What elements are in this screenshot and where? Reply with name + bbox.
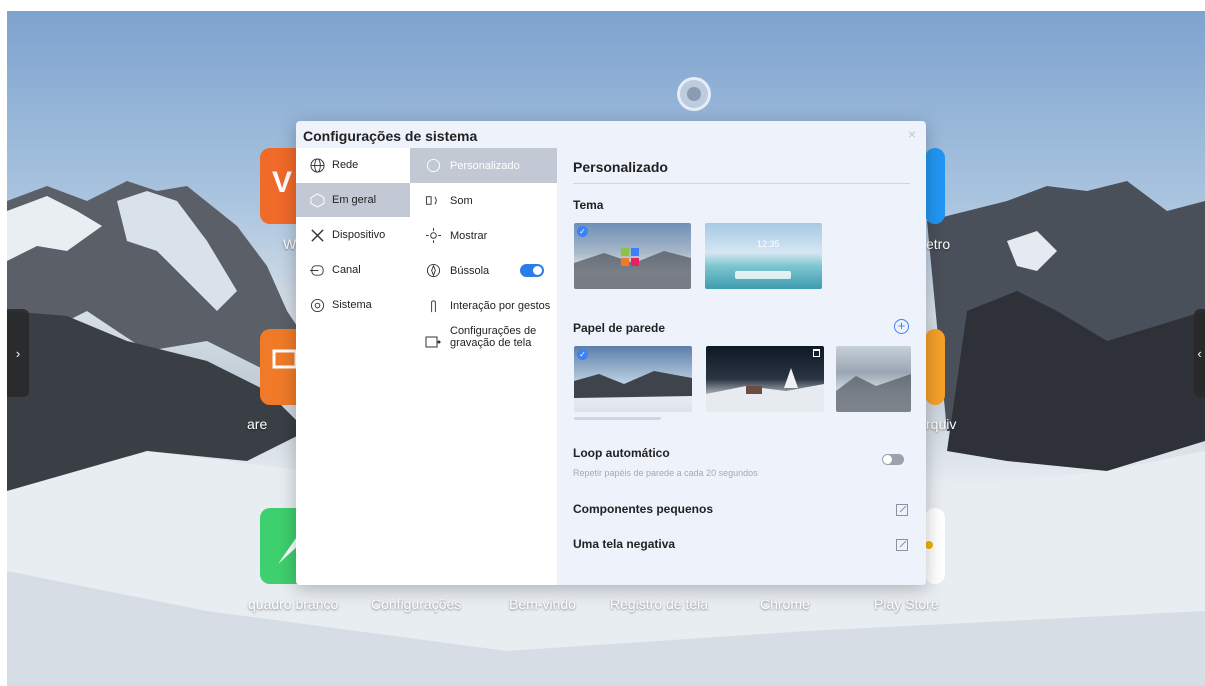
input-icon — [309, 262, 325, 278]
category-label: Em geral — [332, 194, 377, 206]
theme-thumb-2[interactable]: 12:35 — [705, 223, 822, 289]
tools-icon — [309, 227, 325, 243]
chevron-right-icon: › — [15, 345, 21, 361]
category-label: Dispositivo — [332, 229, 386, 241]
category-sidebar: Rede Em geral Dispositivo Canal Sistema — [296, 148, 410, 585]
bussola-toggle[interactable] — [520, 264, 544, 277]
divider — [573, 183, 910, 184]
brightness-icon — [424, 227, 442, 245]
sub-label-line2: gravação de tela — [450, 337, 532, 349]
cube-icon — [309, 192, 325, 208]
theme-clock-text: 12:35 — [757, 239, 780, 249]
app-label-play-store[interactable]: Play Store — [874, 596, 939, 612]
right-app-icon-2[interactable] — [925, 329, 945, 405]
app-label-welcome[interactable]: Bem-vindo — [509, 596, 576, 612]
sub-bussola[interactable]: Bússola — [410, 253, 557, 288]
sub-label: Bússola — [450, 264, 490, 277]
subcategory-list: Personalizado Som Mostrar Bússola Intera… — [410, 148, 557, 585]
app-label-whiteboard[interactable]: quadro branco — [248, 596, 338, 612]
compass-icon — [424, 262, 442, 280]
category-label: Canal — [332, 264, 361, 276]
home-button[interactable] — [677, 77, 711, 111]
right-edge-handle[interactable]: ‹ — [1194, 309, 1205, 397]
sub-interacao-gestos[interactable]: Interação por gestos — [410, 288, 557, 323]
sub-gravacao-tela[interactable]: Configurações de gravação de tela — [410, 325, 557, 359]
edit-icon[interactable] — [896, 538, 908, 551]
sub-label: Som — [450, 194, 473, 207]
category-label: Rede — [332, 159, 359, 171]
svg-text:V: V — [272, 166, 292, 199]
gear-icon — [309, 297, 325, 313]
theme-thumb-1[interactable]: ✓ — [574, 223, 691, 289]
trash-icon[interactable] — [813, 349, 820, 357]
small-components-label[interactable]: Componentes pequenos — [573, 502, 713, 516]
sub-som[interactable]: Som — [410, 183, 557, 218]
wallpaper-thumb-3[interactable] — [836, 346, 911, 412]
wallpaper-label: Papel de parede — [573, 321, 666, 335]
play-store-app-icon[interactable] — [925, 508, 945, 584]
partial-app-label: etro — [926, 236, 951, 252]
toggle-knob — [533, 266, 542, 275]
system-settings-dialog: Configurações de sistema × Rede Em geral… — [296, 121, 926, 585]
selected-check-icon: ✓ — [577, 226, 588, 237]
category-sistema[interactable]: Sistema — [296, 288, 410, 322]
record-icon — [424, 333, 442, 351]
content-pane: Personalizado Tema ✓ 12:35 Papel de pare… — [557, 148, 926, 585]
content-heading: Personalizado — [573, 159, 668, 175]
gesture-icon — [424, 297, 442, 315]
app-label-settings[interactable]: Configurações — [371, 596, 461, 612]
sub-label: Interação por gestos — [450, 299, 551, 312]
edit-icon[interactable] — [896, 503, 908, 516]
app-label-chrome[interactable]: Chrome — [760, 596, 810, 612]
partial-app-label: are — [247, 416, 268, 432]
partial-app-label: rquiv — [926, 416, 957, 432]
sub-personalizado[interactable]: Personalizado — [410, 148, 557, 183]
palette-icon — [424, 157, 442, 175]
globe-icon — [309, 157, 325, 173]
selected-check-icon: ✓ — [577, 349, 588, 360]
speaker-icon — [424, 192, 442, 210]
plus-icon: + — [897, 318, 906, 333]
category-canal[interactable]: Canal — [296, 253, 410, 287]
toggle-knob — [883, 455, 892, 464]
partial-app-label: W — [283, 236, 297, 252]
left-edge-handle[interactable]: › — [7, 309, 29, 397]
category-rede[interactable]: Rede — [296, 148, 410, 182]
close-icon[interactable]: × — [908, 126, 916, 142]
wallpaper-thumb-1[interactable]: ✓ — [574, 346, 692, 412]
sub-label-line1: Configurações de — [450, 325, 537, 337]
theme-label: Tema — [573, 198, 604, 212]
category-dispositivo[interactable]: Dispositivo — [296, 218, 410, 252]
chevron-left-icon: ‹ — [1197, 345, 1202, 361]
sub-label: Personalizado — [450, 159, 520, 172]
negative-screen-label[interactable]: Uma tela negativa — [573, 537, 675, 551]
right-app-icon-1[interactable] — [925, 148, 945, 224]
category-em-geral[interactable]: Em geral — [296, 183, 410, 217]
sub-label: Mostrar — [450, 229, 488, 242]
sub-mostrar[interactable]: Mostrar — [410, 218, 557, 253]
wallpaper-thumb-2[interactable] — [706, 346, 824, 412]
wallpaper-scroll-indicator — [574, 417, 661, 420]
app-label-screen-record[interactable]: Registro de tela — [610, 596, 708, 612]
auto-loop-subtitle: Repetir papéis de parede a cada 20 segun… — [573, 468, 758, 478]
add-wallpaper-button[interactable]: + — [894, 319, 909, 334]
auto-loop-title: Loop automático — [573, 446, 670, 460]
category-label: Sistema — [332, 299, 372, 311]
dialog-title: Configurações de sistema — [303, 128, 478, 144]
sub-label-multiline: Configurações de gravação de tela — [450, 325, 536, 349]
auto-loop-toggle[interactable] — [882, 454, 904, 465]
